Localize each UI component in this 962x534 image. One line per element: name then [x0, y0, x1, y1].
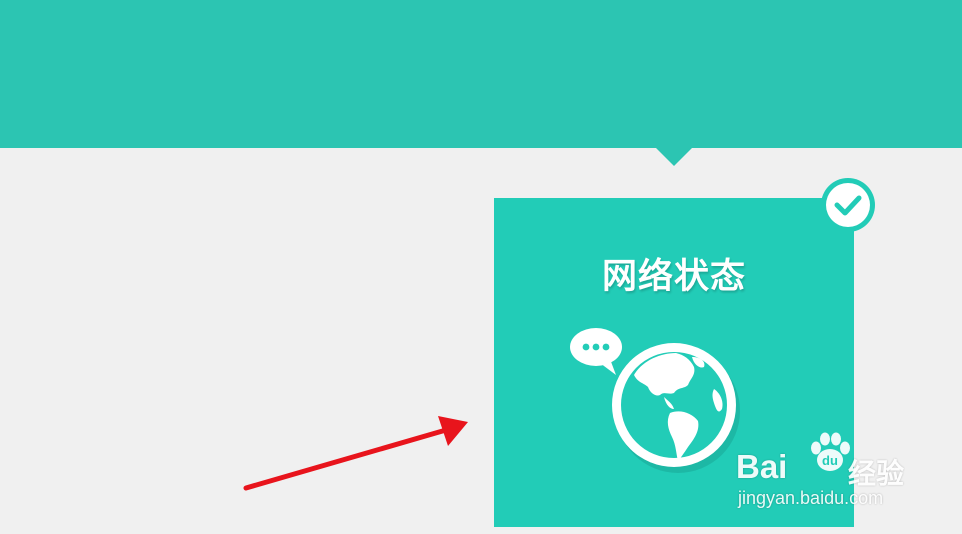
red-annotation-arrow	[243, 416, 468, 491]
svg-text:du: du	[822, 453, 838, 468]
watermark-brand-cn: 经验	[848, 457, 905, 490]
watermark-url: jingyan.baidu.com	[738, 488, 884, 508]
globe-with-chat-bubble-icon	[570, 328, 740, 473]
banner-pointer	[655, 147, 693, 166]
chat-bubble-icon	[570, 328, 622, 375]
tile-title: 网络状态	[601, 257, 746, 297]
baidu-paw-icon: du	[811, 432, 850, 471]
top-banner	[0, 0, 962, 148]
watermark-brand: Bai	[736, 448, 788, 485]
baidu-jingyan-watermark: du Bai 经验 jingyan.baidu.com	[736, 430, 956, 520]
globe-icon	[612, 343, 736, 467]
checkmark-circle-icon[interactable]	[819, 176, 877, 234]
